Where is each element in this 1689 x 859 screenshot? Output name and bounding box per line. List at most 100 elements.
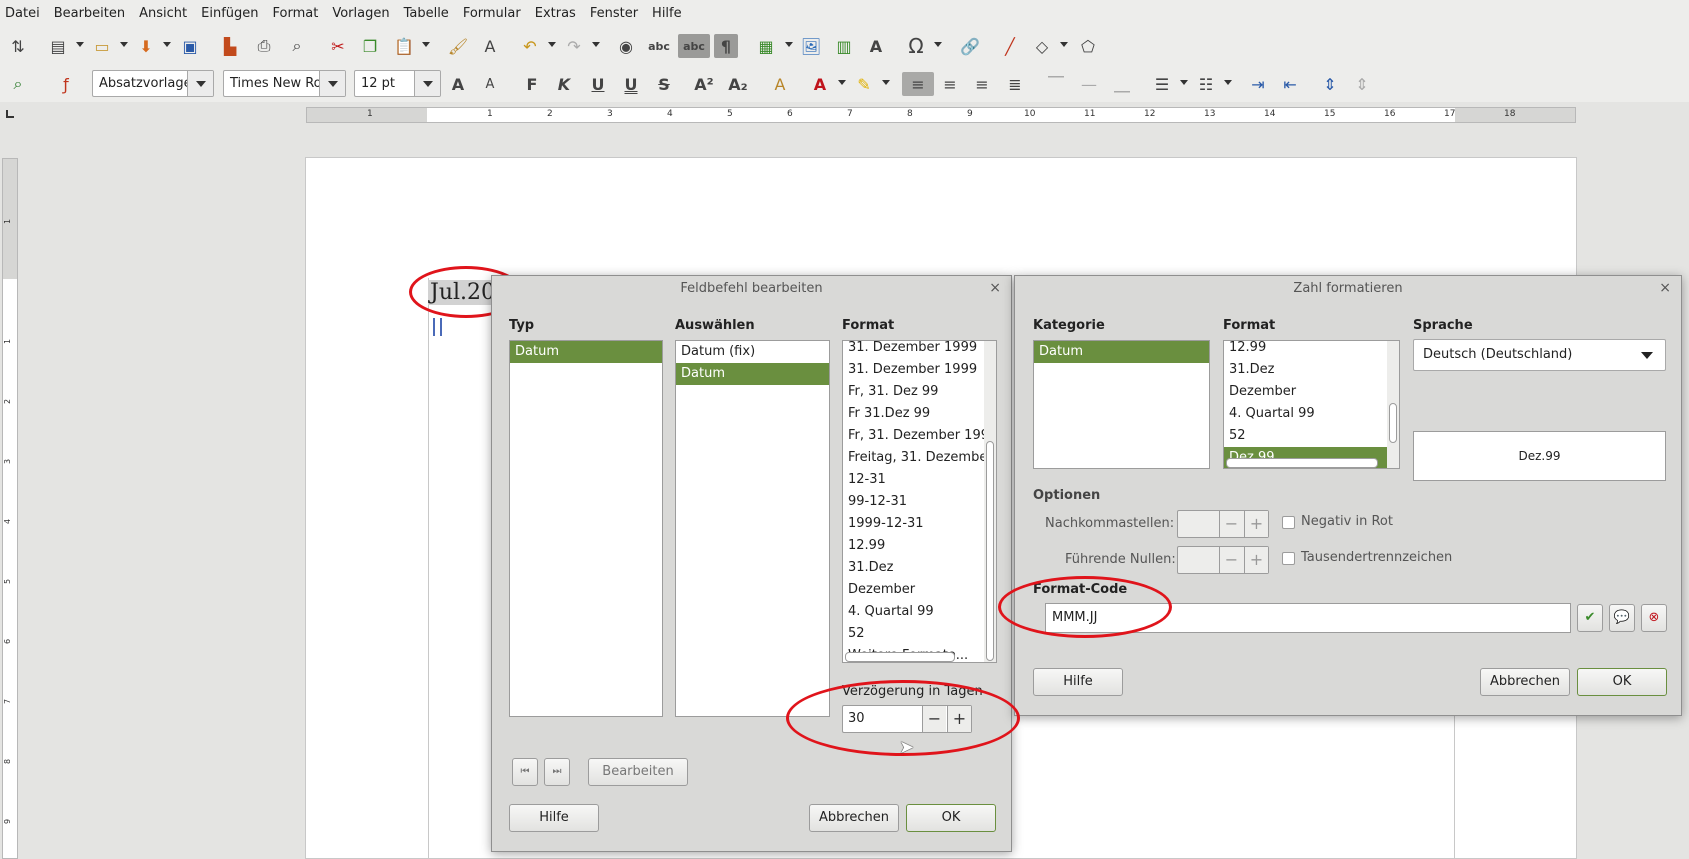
justify-icon[interactable]: ≣ [1003,72,1027,96]
align-right-icon[interactable]: ≡ [970,72,994,96]
save-dropdown-icon[interactable] [163,42,171,47]
tab-type-icon[interactable] [6,110,14,118]
list-item[interactable]: 31.Dez [1224,359,1389,381]
decrease-indent-icon[interactable]: ⇤ [1278,72,1302,96]
paragraph-style-combo[interactable]: Absatzvorlage [92,70,214,97]
list-item[interactable]: 12.99 [843,535,983,557]
find-icon[interactable]: ⌕ [6,72,30,96]
list-item[interactable]: Dezember [1224,381,1389,403]
list-item[interactable]: 52 [1224,425,1389,447]
align-center-icon[interactable]: ≡ [938,72,962,96]
align-top-icon[interactable]: ⎺ [1044,72,1068,96]
list-item[interactable]: 31. Dezember 1999 [843,359,983,381]
auswaehlen-list[interactable]: Datum (fix) Datum [675,340,830,717]
line-icon[interactable]: ╱ [998,34,1022,58]
font-name-dropdown-icon[interactable] [319,71,345,96]
font-color-icon[interactable]: A [808,72,832,96]
shrink-font-icon[interactable]: A [478,72,502,96]
help-button[interactable]: Hilfe [1033,668,1123,696]
list-item[interactable]: 4. Quartal 99 [843,601,983,623]
clone-formatting-icon[interactable]: 🖌 [446,34,470,58]
list-item[interactable]: 12-31 [843,469,983,491]
cancel-button[interactable]: Abbrechen [809,804,899,832]
scroll-thumb[interactable] [1389,403,1397,443]
format-list[interactable]: 31. Dezember 1999 31. Dezember 1999 Fr, … [842,340,997,663]
chevron-down-icon[interactable] [1641,352,1653,359]
paste-icon[interactable]: 📋 [392,34,416,58]
first-icon[interactable]: ⏮ [512,758,538,786]
open-dropdown-icon[interactable] [120,42,128,47]
italic-button[interactable]: K [552,72,576,96]
auto-spellcheck-icon[interactable]: abc [678,34,710,58]
list-item[interactable]: Datum (fix) [676,341,829,363]
print-icon[interactable]: ⎙ [252,34,276,58]
align-bottom-icon[interactable]: ⎽ [1110,72,1134,96]
ok-button[interactable]: OK [1577,668,1667,696]
highlight-icon[interactable]: ✎ [852,72,876,96]
strikethrough-button[interactable]: S [652,72,676,96]
vertical-scrollbar[interactable] [1387,341,1399,468]
insert-chart-icon[interactable]: ▥ [832,34,856,58]
spelling-icon[interactable]: abc [647,34,671,58]
redo-dropdown-icon[interactable] [592,42,600,47]
list-item[interactable]: 1999-12-31 [843,513,983,535]
superscript-icon[interactable]: A² [692,72,716,96]
close-icon[interactable]: × [989,280,1001,296]
list-item[interactable]: Fr, 31. Dezember 1999 [843,425,996,447]
negative-red-checkbox[interactable] [1282,516,1295,529]
paste-dropdown-icon[interactable] [422,42,430,47]
insert-textbox-icon[interactable]: A [864,34,888,58]
align-left-icon[interactable]: ≡ [902,72,934,96]
menu-format[interactable]: Format [273,6,319,21]
insert-image-icon[interactable]: 🖼 [799,34,823,58]
hyperlink-icon[interactable]: 🔗 [958,34,982,58]
numbered-list-dropdown-icon[interactable] [1224,80,1232,85]
list-item[interactable]: Datum [1034,341,1209,363]
list-item[interactable]: 31.Dez [843,557,983,579]
export-pdf-icon[interactable]: ▙ [218,34,242,58]
underline-button[interactable]: U [586,72,610,96]
new-dropdown-icon[interactable] [76,42,84,47]
insert-table-icon[interactable]: ▦ [754,34,778,58]
list-item[interactable]: 31. Dezember 1999 [843,341,983,359]
delete-icon[interactable]: ⊗ [1641,604,1667,632]
callout-shapes-icon[interactable]: ⬠ [1076,34,1100,58]
style-icon[interactable]: ƒ [54,72,78,96]
format-list[interactable]: 12.99 31.Dez Dezember 4. Quartal 99 52 D… [1223,340,1400,469]
thousands-separator-checkbox[interactable] [1282,552,1295,565]
special-character-icon[interactable]: Ω [904,34,928,58]
edit-button[interactable]: Bearbeiten [588,758,688,786]
vertical-scrollbar[interactable] [984,341,996,662]
navigator-icon[interactable]: ⇅ [6,34,30,58]
menu-einfuegen[interactable]: Einfügen [201,6,258,21]
increase-spacing-icon[interactable]: ⇕ [1318,72,1342,96]
numbered-list-icon[interactable]: ☷ [1194,72,1218,96]
list-item[interactable]: Fr 31.Dez 99 [843,403,983,425]
minus-icon[interactable]: − [1219,511,1243,537]
grow-font-icon[interactable]: A [446,72,470,96]
increase-indent-icon[interactable]: ⇥ [1246,72,1270,96]
checkmark-icon[interactable]: ✔ [1577,604,1603,632]
horizontal-scrollbar[interactable] [845,652,955,662]
new-document-icon[interactable]: ▤ [46,34,70,58]
list-item[interactable]: 12.99 [1224,341,1389,359]
highlight-dropdown-icon[interactable] [882,80,890,85]
horizontal-ruler[interactable]: 1 1 2 3 4 5 6 7 8 9 10 11 12 13 14 15 16… [306,107,1576,123]
comment-icon[interactable]: 💬 [1609,604,1635,632]
double-underline-button[interactable]: U [619,72,643,96]
menu-extras[interactable]: Extras [535,6,576,21]
undo-dropdown-icon[interactable] [548,42,556,47]
cut-icon[interactable]: ✂ [326,34,350,58]
redo-icon[interactable]: ↷ [562,34,586,58]
table-dropdown-icon[interactable] [785,42,793,47]
ok-button[interactable]: OK [906,804,996,832]
list-item[interactable]: Fr, 31. Dez 99 [843,381,983,403]
typ-list[interactable]: Datum [509,340,663,717]
save-icon[interactable]: ⬇ [134,34,158,58]
export-icon[interactable]: ▣ [178,34,202,58]
decimal-places-spinner[interactable]: − + [1177,510,1269,538]
menu-hilfe[interactable]: Hilfe [652,6,682,21]
menu-ansicht[interactable]: Ansicht [139,6,187,21]
copy-icon[interactable]: ❐ [358,34,382,58]
align-middle-icon[interactable]: — [1077,72,1101,96]
